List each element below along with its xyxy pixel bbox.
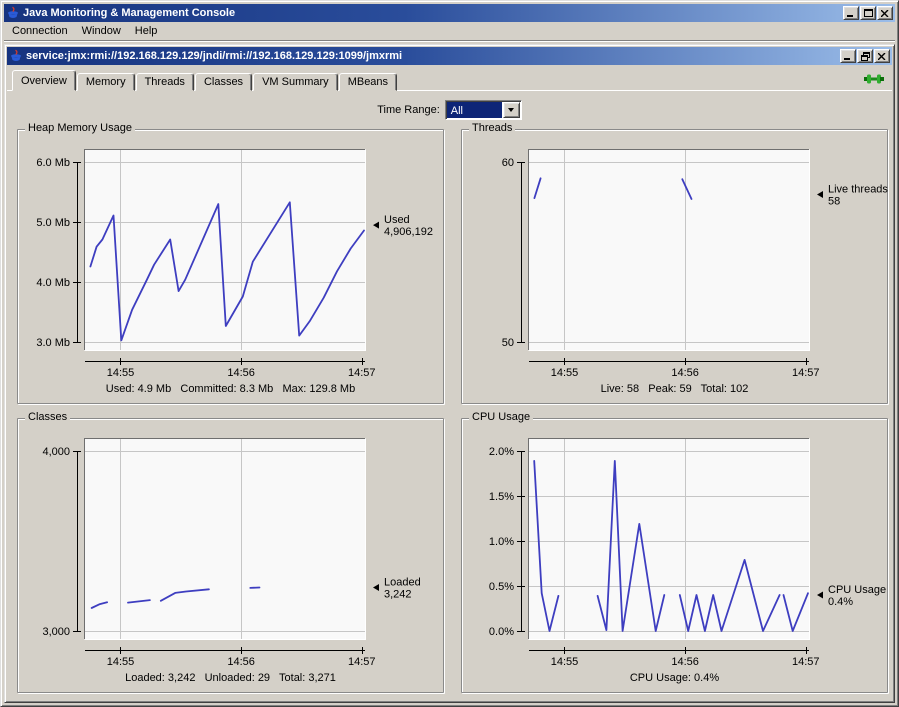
- green-plug-icon[interactable]: [864, 72, 884, 86]
- frame-title: service:jmx:rmi://192.168.129.129/jndi/r…: [26, 50, 836, 62]
- x-tick-label: 14:57: [348, 367, 376, 379]
- tab-overview[interactable]: Overview: [12, 70, 76, 91]
- combo-dropdown-button[interactable]: [503, 102, 520, 118]
- legend-label: 3,242: [384, 589, 412, 601]
- legend-arrow-icon: [373, 222, 379, 229]
- y-tick-label: 1.5%: [489, 491, 514, 503]
- y-tick-label: 3,000: [42, 626, 70, 638]
- close-button[interactable]: [874, 49, 890, 63]
- time-range-label: Time Range:: [377, 104, 440, 116]
- x-tick-label: 14:55: [551, 656, 579, 668]
- threads-groupbox: Threads 605014:5514:5614:57Live threads5…: [461, 129, 888, 404]
- y-tick-label: 4.0 Mb: [36, 277, 70, 289]
- minimize-button[interactable]: [843, 6, 859, 20]
- tab-memory[interactable]: Memory: [77, 73, 135, 91]
- chevron-down-icon: [508, 108, 514, 112]
- group-title: Threads: [469, 122, 515, 134]
- time-range-row: Time Range: All: [7, 99, 892, 120]
- maximize-icon: [864, 9, 873, 17]
- y-tick-label: 1.0%: [489, 536, 514, 548]
- close-button[interactable]: [877, 6, 893, 20]
- tab-strip: OverviewMemoryThreadsClassesVM SummaryMB…: [13, 70, 398, 91]
- cpu-usage-status: CPU Usage: 0.4%: [462, 672, 887, 684]
- overview-panel: OverviewMemoryThreadsClassesVM SummaryMB…: [7, 66, 892, 701]
- x-tick-label: 14:57: [348, 656, 376, 668]
- cpu-usage-groupbox: CPU Usage 2.0% 1.5% 1.0% 0.5% 0.0% 14:55 14:56…: [461, 418, 888, 693]
- restore-icon: [861, 52, 870, 61]
- legend-label: CPU Usage: [828, 584, 886, 596]
- y-tick-label: 6.0 Mb: [36, 157, 70, 169]
- tab-vm-summary[interactable]: VM Summary: [253, 73, 338, 91]
- chart-canvas: 2.0% 1.5% 1.0% 0.5% 0.0% 14:55 14:56 14:57 CPU U…: [462, 423, 889, 671]
- heap-memory-groupbox: Heap Memory Usage 6.0 Mb5.0 Mb4.0 Mb3.0 …: [17, 129, 444, 404]
- x-tick-label: 14:57: [792, 656, 820, 668]
- legend-arrow-icon: [373, 584, 379, 591]
- y-tick-label: 0.5%: [489, 581, 514, 593]
- connection-frame: service:jmx:rmi://192.168.129.129/jndi/r…: [4, 44, 895, 703]
- legend-arrow-icon: [817, 191, 823, 198]
- x-tick-label: 14:57: [792, 367, 820, 379]
- y-tick-label: 2.0%: [489, 446, 514, 458]
- chart-canvas: 4,000 3,000 14:55 14:56 14:57 Loaded3,242: [18, 423, 445, 671]
- x-tick-label: 14:55: [107, 656, 135, 668]
- minimize-icon: [847, 10, 855, 17]
- tab-mbeans[interactable]: MBeans: [339, 73, 397, 91]
- legend-label: 58: [828, 195, 840, 207]
- group-title: Heap Memory Usage: [25, 122, 135, 134]
- chart-canvas: 6.0 Mb 5.0 Mb 4.0 Mb 3.0 Mb 14:55 14:56 14:57 U…: [18, 134, 445, 382]
- legend-label: 0.4%: [828, 596, 853, 608]
- legend-label: Live threads: [828, 183, 888, 195]
- cpu-usage-chart: 2.0% 1.5% 1.0% 0.5% 0.0% 14:55 14:56 14:57 CPU U…: [462, 423, 889, 671]
- x-tick-label: 14:55: [107, 367, 135, 379]
- tab-classes[interactable]: Classes: [195, 73, 252, 91]
- classes-status: Loaded: 3,242 Unloaded: 29 Total: 3,271: [18, 672, 443, 684]
- tab-threads[interactable]: Threads: [136, 73, 194, 91]
- y-tick-label: 50: [502, 337, 514, 349]
- legend-arrow-icon: [817, 591, 823, 598]
- legend-label: Used: [384, 214, 410, 226]
- maximize-button[interactable]: [860, 6, 876, 20]
- minimize-icon: [844, 53, 852, 60]
- close-icon: [881, 10, 889, 17]
- group-title: CPU Usage: [469, 411, 533, 423]
- window-title: Java Monitoring & Management Console: [23, 7, 839, 19]
- x-tick-label: 14:56: [671, 656, 699, 668]
- java-cup-icon: [6, 6, 20, 20]
- menu-help[interactable]: Help: [128, 23, 165, 40]
- time-range-combobox[interactable]: All: [445, 100, 522, 120]
- y-tick-label: 0.0%: [489, 626, 514, 638]
- chart-canvas: 60 50 14:55 14:56 14:57 Live threads58: [462, 134, 889, 382]
- menu-connection[interactable]: Connection: [5, 23, 75, 40]
- x-tick-label: 14:56: [227, 367, 255, 379]
- x-tick-label: 14:56: [227, 656, 255, 668]
- time-range-value[interactable]: All: [447, 102, 502, 118]
- x-tick-label: 14:55: [551, 367, 579, 379]
- heap-memory-chart: 6.0 Mb 5.0 Mb 4.0 Mb 3.0 Mb 14:55 14:56 14:57 U…: [18, 134, 445, 382]
- y-tick-label: 4,000: [42, 446, 70, 458]
- classes-groupbox: Classes 4,0003,00014:5514:5614:57Loaded3…: [17, 418, 444, 693]
- minimize-button[interactable]: [840, 49, 856, 63]
- client-area: service:jmx:rmi://192.168.129.129/jndi/r…: [4, 43, 895, 705]
- classes-chart: 4,000 3,000 14:55 14:56 14:57 Loaded3,242: [18, 423, 445, 671]
- x-tick-label: 14:56: [671, 367, 699, 379]
- menu-window[interactable]: Window: [75, 23, 128, 40]
- threads-status: Live: 58 Peak: 59 Total: 102: [462, 383, 887, 395]
- y-tick-label: 60: [502, 157, 514, 169]
- main-window: Java Monitoring & Management Console Con…: [0, 0, 899, 707]
- y-tick-label: 5.0 Mb: [36, 217, 70, 229]
- restore-button[interactable]: [857, 49, 873, 63]
- group-title: Classes: [25, 411, 70, 423]
- frame-titlebar: service:jmx:rmi://192.168.129.129/jndi/r…: [7, 47, 892, 65]
- menu-bar: ConnectionWindowHelp: [4, 22, 895, 41]
- threads-chart: 60 50 14:55 14:56 14:57 Live threads58: [462, 134, 889, 382]
- legend-label: Loaded: [384, 577, 421, 589]
- java-cup-icon: [9, 49, 23, 63]
- y-tick-label: 3.0 Mb: [36, 337, 70, 349]
- main-titlebar: Java Monitoring & Management Console: [4, 4, 895, 22]
- close-icon: [878, 53, 886, 60]
- heap-memory-status: Used: 4.9 Mb Committed: 8.3 Mb Max: 129.…: [18, 383, 443, 395]
- legend-label: 4,906,192: [384, 226, 433, 238]
